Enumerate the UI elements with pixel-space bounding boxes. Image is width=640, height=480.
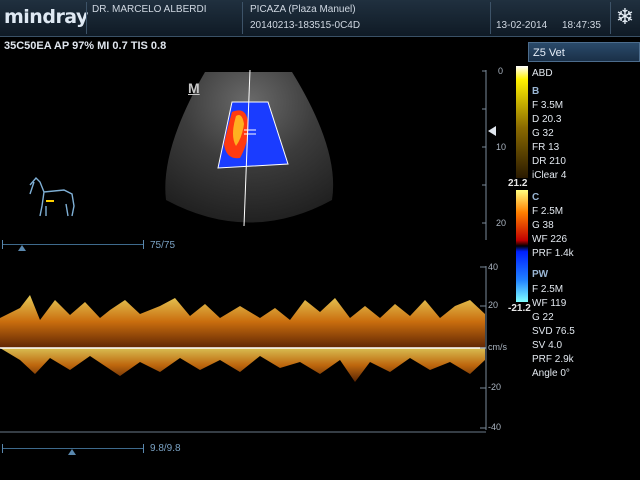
velocity-label: 40 <box>488 262 499 272</box>
color-mode-title: C <box>532 192 540 203</box>
b-param: iClear 4 <box>532 170 567 181</box>
velocity-label: -40 <box>488 422 502 432</box>
velocity-label: -20 <box>488 382 502 392</box>
spectrum-slider[interactable] <box>2 444 144 455</box>
image-slider[interactable] <box>2 240 144 251</box>
color-param: F 2.5M <box>532 206 564 217</box>
grayscale-bar <box>516 66 528 178</box>
pw-param: WF 119 <box>532 298 567 309</box>
depth-label: 20 <box>496 218 507 228</box>
color-scale-min: -21.2 <box>508 303 531 314</box>
color-scale-max: 21.2 <box>508 178 528 189</box>
b-param: F 3.5M <box>532 100 564 111</box>
velocity-label: 20 <box>488 300 499 310</box>
pw-param: F 2.5M <box>532 284 564 295</box>
color-param: G 38 <box>532 220 554 231</box>
color-param: WF 226 <box>532 234 568 245</box>
velocity-unit: cm/s <box>488 342 507 352</box>
focus-marker-icon[interactable] <box>488 126 496 136</box>
pw-param: G 22 <box>532 312 554 323</box>
pw-param: PRF 2.9k <box>532 354 574 365</box>
pw-mode-title: PW <box>532 269 549 280</box>
horse-icon <box>29 176 75 217</box>
depth-label: 10 <box>496 142 507 152</box>
b-preset: ABD <box>532 68 553 79</box>
pw-param: Angle 0° <box>532 368 570 379</box>
b-param: DR 210 <box>532 156 566 167</box>
body-marker[interactable]: M <box>188 80 200 96</box>
b-mode-title: B <box>532 86 540 97</box>
b-param: G 32 <box>532 128 554 139</box>
probe-tab[interactable]: Z5 Vet <box>528 42 640 62</box>
pw-param: SV 4.0 <box>532 340 563 351</box>
depth-label: 0 <box>498 66 504 76</box>
doppler-spectrum <box>0 295 486 382</box>
pw-param: SVD 76.5 <box>532 326 575 337</box>
b-param: D 20.3 <box>532 114 562 125</box>
b-param: FR 13 <box>532 142 560 153</box>
spectrum-slider-label: 9.8/9.8 <box>150 443 181 454</box>
color-param: PRF 1.4k <box>532 248 574 259</box>
color-scale-bar <box>516 190 528 302</box>
image-slider-label: 75/75 <box>150 240 176 251</box>
